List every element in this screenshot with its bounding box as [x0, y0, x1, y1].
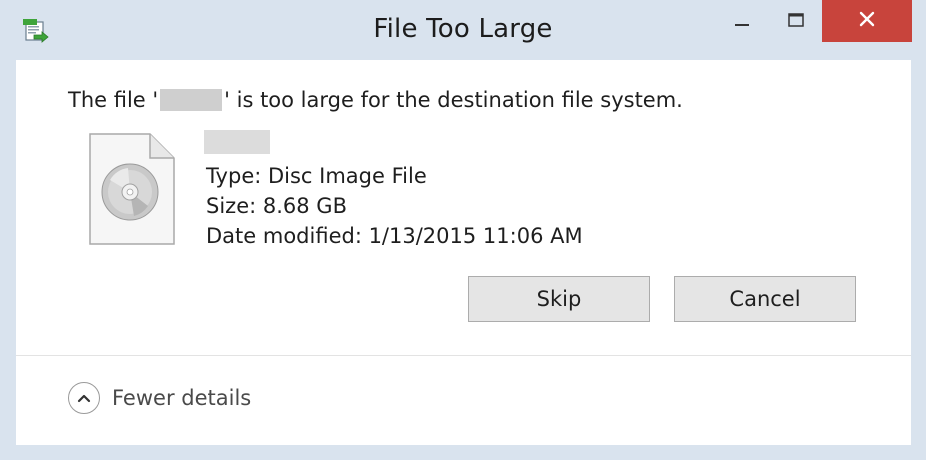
fewer-details-label[interactable]: Fewer details: [112, 386, 251, 410]
close-button[interactable]: [822, 0, 912, 42]
footer-divider: [16, 355, 911, 356]
minimize-icon: [735, 12, 749, 31]
title-bar[interactable]: File Too Large: [0, 0, 926, 58]
cancel-button[interactable]: Cancel: [674, 276, 856, 322]
file-type: Type: Disc Image File: [206, 164, 427, 188]
maximize-button[interactable]: [776, 0, 816, 42]
close-icon: [859, 11, 875, 31]
redacted-file-name: [204, 130, 270, 154]
fewer-details-toggle[interactable]: Fewer details: [68, 382, 251, 414]
message-suffix: ' is too large for the destination file …: [224, 88, 683, 112]
maximize-icon: [788, 12, 804, 31]
dialog-content: The file ' ' is too large for the destina…: [16, 60, 911, 445]
file-date-modified: Date modified: 1/13/2015 11:06 AM: [206, 224, 583, 248]
dialog-window: File Too Large The file ' ' is too large …: [0, 0, 926, 460]
error-message: The file ' ' is too large for the destina…: [68, 88, 683, 112]
skip-button[interactable]: Skip: [468, 276, 650, 322]
disc-image-file-icon: [88, 132, 176, 246]
file-size: Size: 8.68 GB: [206, 194, 347, 218]
minimize-button[interactable]: [722, 0, 762, 42]
chevron-up-icon[interactable]: [68, 382, 100, 414]
message-prefix: The file ': [68, 88, 159, 112]
redacted-filename: [160, 89, 223, 111]
